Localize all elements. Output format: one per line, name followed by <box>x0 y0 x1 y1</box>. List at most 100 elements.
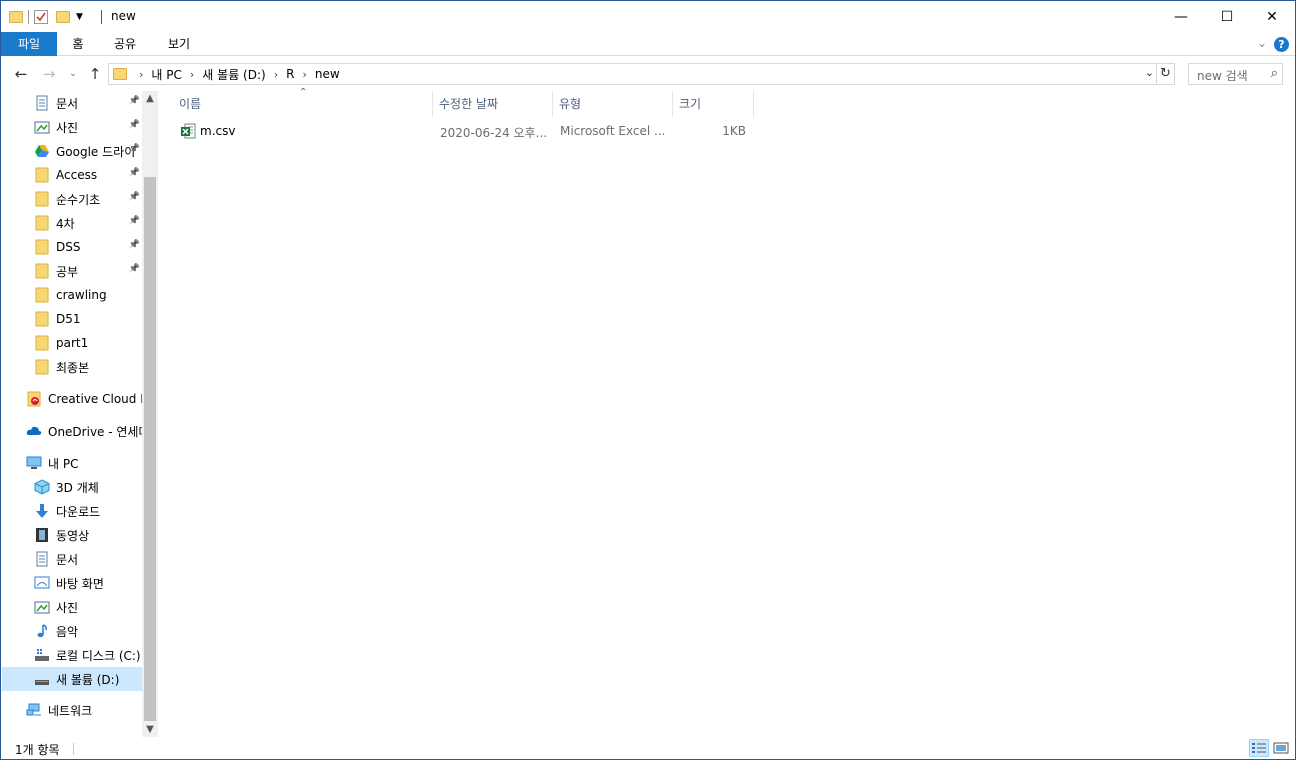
sidebar-item-label: 다운로드 <box>56 504 101 519</box>
sidebar-item-pc-0[interactable]: 3D 개체 <box>2 475 142 499</box>
breadcrumb-new[interactable]: new <box>315 67 340 81</box>
tab-view[interactable]: 보기 <box>161 32 197 56</box>
sidebar-item-pc-2[interactable]: 동영상 <box>2 523 142 547</box>
folder-icon <box>34 287 50 303</box>
sidebar-item-label: part1 <box>56 336 89 350</box>
sidebar-item-label: 사진 <box>56 120 79 135</box>
large-icons-view-button[interactable] <box>1271 739 1291 757</box>
sidebar-item-label: 로컬 디스크 (C:) <box>56 648 141 663</box>
sidebar-item-label: crawling <box>56 288 107 302</box>
sidebar-item-label: 문서 <box>56 96 79 111</box>
sidebar-item-pc-8[interactable]: 새 볼륨 (D:) <box>2 667 142 691</box>
navigation-bar: ← → ⌄ ↑ › 내 PC › 새 볼륨 (D:) › R › new ⌄ ↻… <box>1 57 1295 91</box>
breadcrumb-this-pc[interactable]: 내 PC <box>151 66 181 83</box>
expand-ribbon-icon[interactable]: ⌄ <box>1257 36 1267 50</box>
sidebar-item-quick-9[interactable]: D51 <box>2 307 142 331</box>
recent-locations-icon[interactable]: ⌄ <box>63 64 83 84</box>
search-input[interactable]: new 검색 <box>1197 67 1248 84</box>
tab-file[interactable]: 파일 <box>1 32 57 56</box>
chevron-right-icon[interactable]: › <box>139 68 143 81</box>
sidebar-item-pc-4[interactable]: 바탕 화면 <box>2 571 142 595</box>
pictures-icon <box>34 119 50 135</box>
sidebar-item-label: Google 드라이 <box>56 144 136 159</box>
sidebar-item-this-pc[interactable]: 내 PC <box>2 451 142 475</box>
folder-icon <box>34 335 50 351</box>
sidebar-item-quick-1[interactable]: 사진 📌 <box>2 115 142 139</box>
sidebar-item-quick-3[interactable]: Access 📌 <box>2 163 142 187</box>
sidebar-item-pc-6[interactable]: 음악 <box>2 619 142 643</box>
column-header-type[interactable]: 유형 <box>553 91 673 117</box>
sidebar-item-pc-1[interactable]: 다운로드 <box>2 499 142 523</box>
file-list: 이름 ⌃ 수정한 날짜 유형 크기 m.csv 2020-06-24 오후...… <box>159 87 1295 737</box>
breadcrumb-volume-d[interactable]: 새 볼륨 (D:) <box>202 66 265 83</box>
folder-icon <box>34 311 50 327</box>
navigation-pane: 문서 📌 사진 📌 Google 드라이 📌 Access 📌 순수기초 📌 4차 📌 DSS 📌 공부 📌 c… <box>1 91 158 737</box>
sidebar-item-pc-3[interactable]: 문서 <box>2 547 142 571</box>
scroll-up-icon[interactable]: ▲ <box>142 93 158 104</box>
sidebar-item-quick-4[interactable]: 순수기초 📌 <box>2 187 142 211</box>
address-dropdown-icon[interactable]: ⌄ <box>1145 66 1154 79</box>
table-row[interactable]: m.csv 2020-06-24 오후... Microsoft Excel .… <box>173 121 755 143</box>
sidebar-item-pc-7[interactable]: 로컬 디스크 (C:) <box>2 643 142 667</box>
folder-icon <box>34 359 50 375</box>
tab-home[interactable]: 홈 <box>63 32 93 56</box>
sidebar-item-label: 음악 <box>56 624 79 639</box>
sidebar-item-pc-5[interactable]: 사진 <box>2 595 142 619</box>
column-header-modified[interactable]: 수정한 날짜 <box>433 91 553 117</box>
pin-icon[interactable]: 📌 <box>129 120 140 130</box>
sidebar-item-quick-8[interactable]: crawling <box>2 283 142 307</box>
scroll-down-icon[interactable]: ▼ <box>142 724 158 735</box>
explorer-window: ▼ new — ☐ ✕ 파일 홈 공유 보기 ⌄ ? ← → ⌄ ↑ › 내 P… <box>0 0 1296 760</box>
column-header-size[interactable]: 크기 <box>673 91 754 117</box>
sidebar-item-quick-5[interactable]: 4차 📌 <box>2 211 142 235</box>
sidebar-item-creative-cloud[interactable]: Creative Cloud Fil <box>2 387 142 411</box>
close-button[interactable]: ✕ <box>1249 1 1295 32</box>
nav-scrollbar[interactable]: ▲ ▼ <box>142 91 158 737</box>
forward-icon[interactable]: → <box>39 64 59 84</box>
sidebar-item-label: 네트워크 <box>48 703 93 718</box>
refresh-icon[interactable]: ↻ <box>1156 64 1174 84</box>
chevron-right-icon[interactable]: › <box>274 68 278 81</box>
sidebar-item-quick-6[interactable]: DSS 📌 <box>2 235 142 259</box>
details-view-button[interactable] <box>1249 739 1269 757</box>
pin-icon[interactable]: 📌 <box>129 144 140 154</box>
breadcrumb-r[interactable]: R <box>286 67 294 81</box>
new-folder-icon[interactable] <box>56 11 70 23</box>
chevron-right-icon[interactable]: › <box>190 68 194 81</box>
quick-access-toolbar: ▼ <box>9 7 83 27</box>
pin-icon[interactable]: 📌 <box>129 168 140 178</box>
google-drive-icon <box>34 143 50 159</box>
sidebar-item-quick-2[interactable]: Google 드라이 📌 <box>2 139 142 163</box>
sidebar-item-label: 순수기초 <box>56 192 101 207</box>
help-icon[interactable]: ? <box>1274 37 1289 52</box>
folder-icon <box>9 11 23 23</box>
properties-icon[interactable] <box>34 10 48 24</box>
customize-qat-icon[interactable]: ▼ <box>76 12 83 22</box>
pin-icon[interactable]: 📌 <box>129 192 140 202</box>
sidebar-item-quick-11[interactable]: 최종본 <box>2 355 142 379</box>
onedrive-icon <box>26 423 42 439</box>
pin-icon[interactable]: 📌 <box>129 240 140 250</box>
sidebar-item-quick-0[interactable]: 문서 📌 <box>2 91 142 115</box>
file-modified: 2020-06-24 오후... <box>440 126 548 140</box>
documents-icon <box>34 95 50 111</box>
sidebar-item-network[interactable]: 네트워크 <box>2 698 142 722</box>
pin-icon[interactable]: 📌 <box>129 96 140 106</box>
address-bar[interactable]: › 내 PC › 새 볼륨 (D:) › R › new ⌄ ↻ <box>108 63 1175 85</box>
pin-icon[interactable]: 📌 <box>129 216 140 226</box>
sidebar-item-onedrive[interactable]: OneDrive - 연세대 <box>2 419 142 443</box>
up-icon[interactable]: ↑ <box>85 64 105 84</box>
minimize-button[interactable]: — <box>1158 1 1204 32</box>
sidebar-item-label: Creative Cloud Fil <box>48 392 142 406</box>
sidebar-item-quick-10[interactable]: part1 <box>2 331 142 355</box>
search-box[interactable]: new 검색 ⌕ <box>1188 63 1283 85</box>
back-icon[interactable]: ← <box>11 64 31 84</box>
this-pc-icon <box>26 455 42 471</box>
maximize-button[interactable]: ☐ <box>1204 1 1250 32</box>
pin-icon[interactable]: 📌 <box>129 264 140 274</box>
sidebar-item-label: DSS <box>56 240 81 254</box>
tab-share[interactable]: 공유 <box>107 32 143 56</box>
scroll-thumb[interactable] <box>144 177 156 721</box>
sidebar-item-quick-7[interactable]: 공부 📌 <box>2 259 142 283</box>
chevron-right-icon[interactable]: › <box>302 68 306 81</box>
